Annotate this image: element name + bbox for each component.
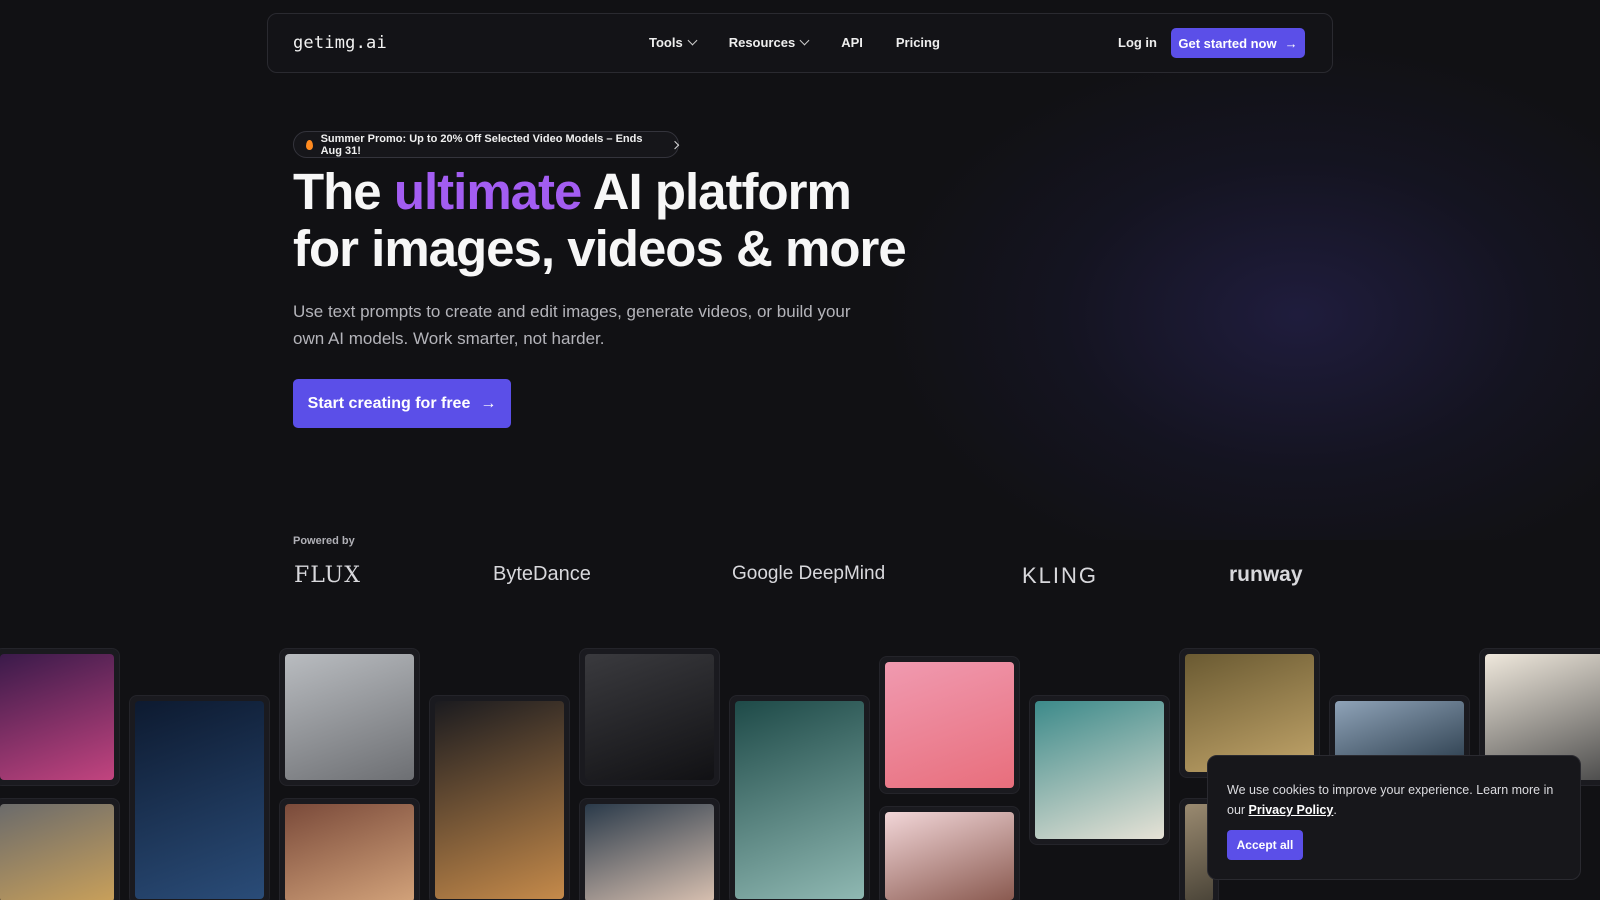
brand-logo-flux: FLUX — [294, 563, 361, 588]
chevron-down-icon — [687, 35, 698, 46]
robot-skeleton-image — [135, 701, 264, 899]
background-glow — [880, 40, 1600, 540]
promo-banner[interactable]: Summer Promo: Up to 20% Off Selected Vid… — [293, 131, 680, 158]
headline-post: AI platform — [581, 163, 852, 220]
nav-item-resources[interactable]: Resources — [728, 35, 810, 50]
get-started-label: Get started now — [1178, 35, 1277, 51]
accept-all-button[interactable]: Accept all — [1227, 830, 1303, 860]
login-link[interactable]: Log in — [1118, 35, 1157, 50]
gallery-tile[interactable] — [279, 798, 420, 900]
gallery-tile[interactable] — [279, 648, 420, 786]
headline-pre: The — [293, 163, 394, 220]
gallery-tile[interactable] — [579, 798, 720, 900]
gallery-tile[interactable] — [579, 648, 720, 786]
gallery-tile[interactable] — [129, 695, 270, 900]
arrow-right-icon: → — [1284, 35, 1298, 51]
top-navigation: getimg.ai Tools Resources API Pricing Lo… — [267, 13, 1333, 73]
cookie-banner: We use cookies to improve your experienc… — [1207, 755, 1581, 880]
lowpoly-dog-image — [0, 804, 114, 900]
gallery-tile[interactable] — [429, 695, 570, 900]
pink-anime-image — [885, 662, 1014, 788]
promo-text: Summer Promo: Up to 20% Off Selected Vid… — [320, 132, 643, 157]
privacy-policy-link[interactable]: Privacy Policy — [1249, 803, 1334, 817]
monk-image — [285, 804, 414, 900]
anime-girl-image — [885, 812, 1014, 900]
gallery-tile[interactable] — [0, 798, 120, 900]
corgi-image — [435, 701, 564, 899]
arrow-right-icon: → — [480, 394, 497, 412]
nav-item-label: Pricing — [895, 35, 940, 50]
glitch-portrait-image — [0, 654, 114, 780]
main-menu: Tools Resources API Pricing — [649, 35, 973, 50]
interior-shelves-image — [1035, 701, 1164, 839]
hero-subtitle: Use text prompts to create and edit imag… — [293, 302, 851, 348]
asian-portrait-image — [585, 804, 714, 900]
nav-item-tools[interactable]: Tools — [649, 35, 698, 50]
brand-logo-runway: runway — [1229, 563, 1303, 586]
hero-headline: The ultimate AI platform for images, vid… — [293, 163, 907, 277]
chevron-down-icon — [799, 35, 810, 46]
chevron-right-icon — [671, 140, 680, 149]
brand-logo-bytedance: ByteDance — [493, 563, 591, 585]
gallery-tile[interactable] — [1029, 695, 1170, 845]
start-creating-button[interactable]: Start creating for free → — [293, 379, 511, 428]
nav-item-label: Tools — [649, 35, 683, 50]
cookie-text: We use cookies to improve your experienc… — [1227, 780, 1567, 820]
gallery-tile[interactable] — [0, 648, 120, 786]
dark-portrait-image — [585, 654, 714, 780]
headline-accent: ultimate — [393, 163, 583, 220]
headline-line2: for images, videos & more — [293, 220, 907, 277]
cookie-text-post: . — [1333, 803, 1337, 817]
gallery-tile[interactable] — [879, 656, 1020, 794]
logo[interactable]: getimg.ai — [293, 33, 387, 53]
get-started-button[interactable]: Get started now → — [1171, 28, 1305, 58]
start-creating-label: Start creating for free — [307, 394, 471, 412]
gallery-tile[interactable] — [729, 695, 870, 900]
chrome-sphere-image — [1335, 701, 1464, 759]
nav-item-api[interactable]: API — [841, 35, 863, 50]
butterfly-woman-image — [735, 701, 864, 899]
nav-item-pricing[interactable]: Pricing — [896, 35, 940, 50]
brand-logo-kling: KLING — [1022, 563, 1099, 588]
brand-logo-google-deepmind: Google DeepMind — [732, 563, 886, 584]
gallery-tile[interactable] — [879, 806, 1020, 900]
powered-by-label: Powered by — [293, 535, 355, 547]
nav-item-label: API — [841, 35, 863, 50]
fire-icon — [306, 139, 313, 150]
snow-leopard-image — [285, 654, 414, 780]
nav-item-label: Resources — [728, 35, 796, 50]
